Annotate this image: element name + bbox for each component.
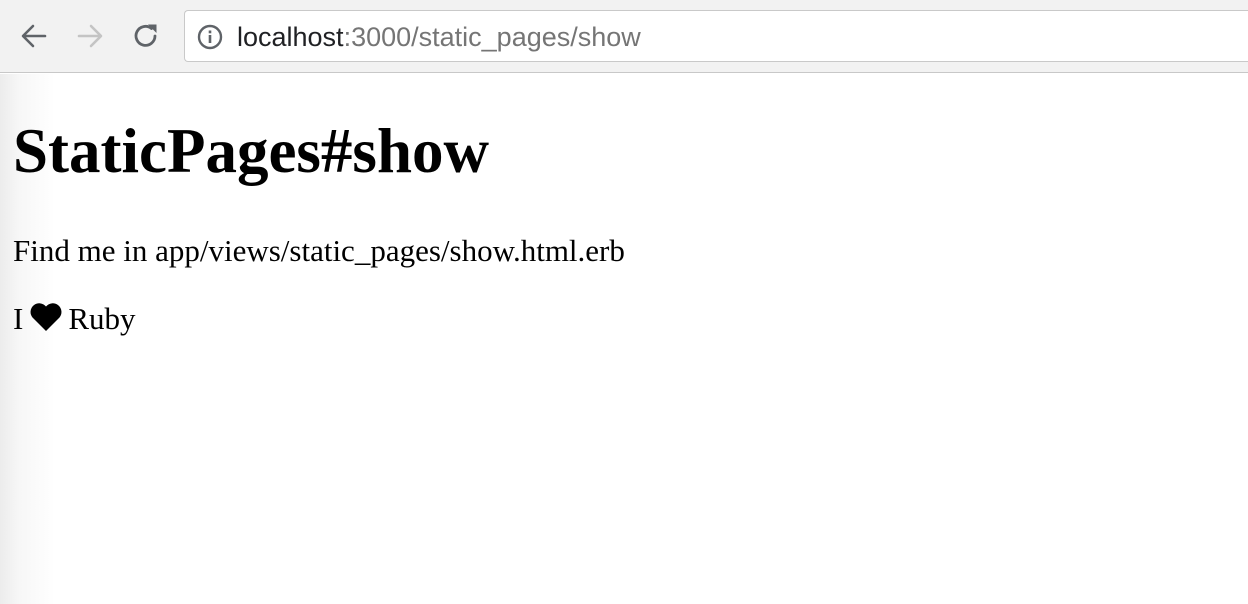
page-content: StaticPages#show Find me in app/views/st… <box>0 74 1248 604</box>
address-bar[interactable]: localhost:3000/static_pages/show <box>184 10 1248 62</box>
url-path: :3000/static_pages/show <box>343 22 641 52</box>
back-button[interactable] <box>16 18 52 54</box>
love-suffix: Ruby <box>68 301 136 336</box>
heart-icon <box>30 303 62 331</box>
reload-icon <box>134 24 157 47</box>
url-text[interactable]: localhost:3000/static_pages/show <box>237 11 641 63</box>
forward-button[interactable] <box>72 18 108 54</box>
info-icon[interactable] <box>197 24 223 50</box>
browser-toolbar: localhost:3000/static_pages/show <box>0 0 1248 73</box>
page-title: StaticPages#show <box>13 116 489 186</box>
url-host: localhost <box>237 22 344 52</box>
love-ruby-text: I Ruby <box>13 301 136 337</box>
template-path-text: Find me in app/views/static_pages/show.h… <box>13 233 625 268</box>
reload-button[interactable] <box>128 18 164 54</box>
arrow-left-icon <box>21 24 47 48</box>
love-prefix: I <box>13 301 24 336</box>
arrow-right-icon <box>77 24 103 48</box>
